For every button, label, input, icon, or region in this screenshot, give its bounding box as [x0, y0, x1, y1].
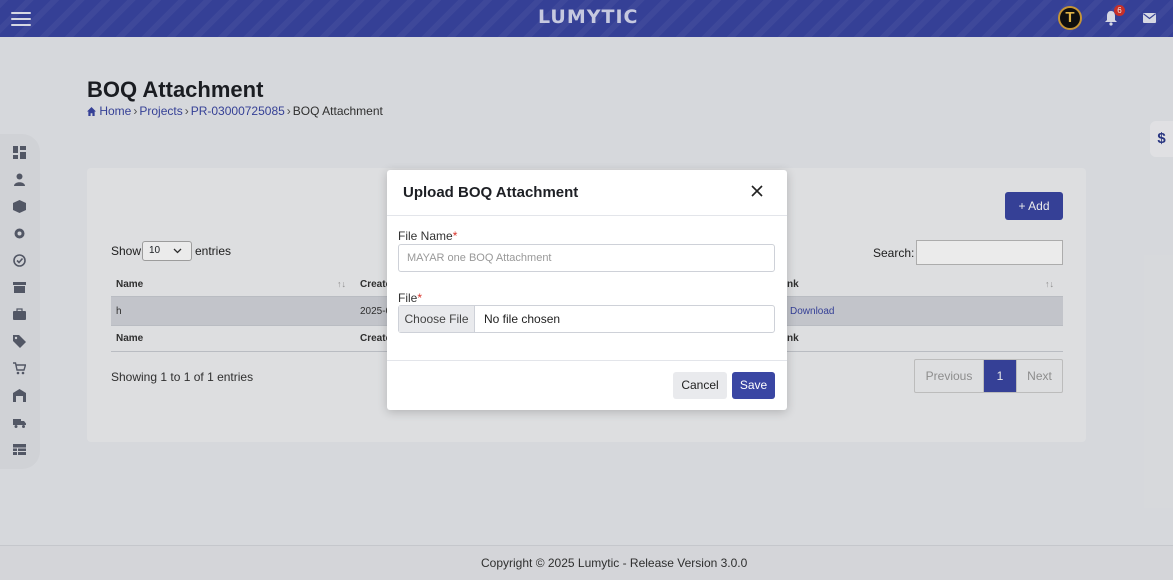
modal-footer-divider	[387, 360, 787, 361]
file-name-label-text: File Name	[398, 229, 453, 243]
choose-file-button[interactable]: Choose File	[399, 306, 475, 332]
upload-modal: Upload BOQ Attachment File Name* MAYAR o…	[387, 170, 787, 410]
save-button[interactable]: Save	[732, 372, 775, 399]
required-mark: *	[452, 229, 458, 243]
file-label: File*	[398, 291, 422, 305]
close-icon[interactable]	[750, 184, 764, 198]
cancel-button[interactable]: Cancel	[673, 372, 727, 399]
file-name-label: File Name*	[398, 229, 457, 243]
required-mark: *	[417, 291, 423, 305]
modal-header-divider	[387, 215, 787, 216]
file-name-input[interactable]: MAYAR one BOQ Attachment	[398, 244, 775, 272]
no-file-text: No file chosen	[484, 312, 561, 326]
file-label-text: File	[398, 291, 418, 305]
file-input[interactable]: Choose File No file chosen	[398, 305, 775, 333]
modal-title: Upload BOQ Attachment	[403, 184, 579, 201]
